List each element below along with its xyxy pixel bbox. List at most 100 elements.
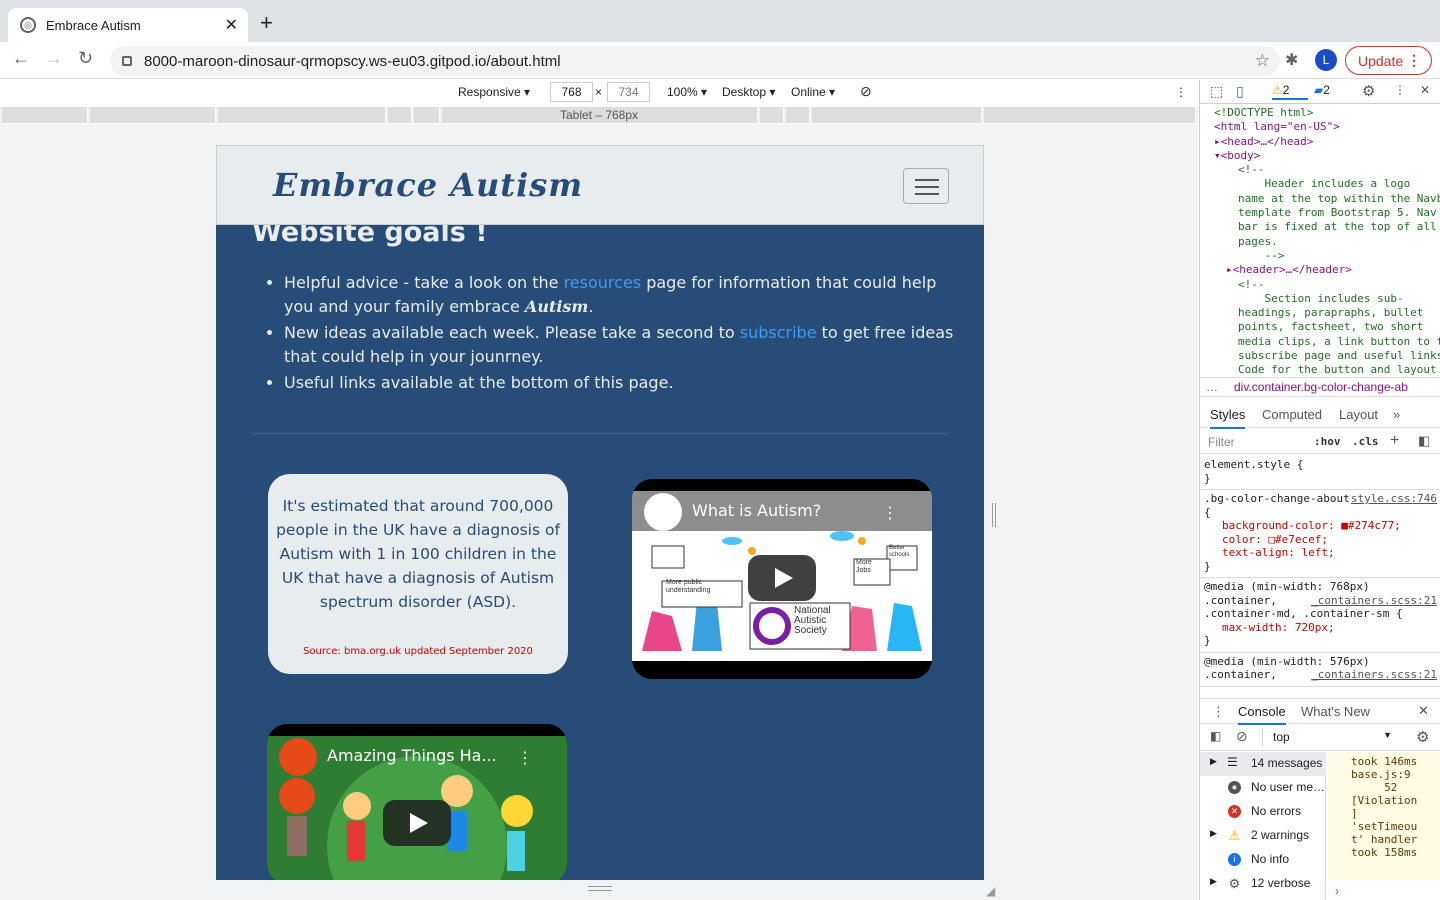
resize-corner-icon[interactable]: ◢ [986,884,995,898]
more-icon[interactable]: ⋮ [1394,83,1406,97]
sidebar-toggle-icon[interactable]: ◧ [1418,433,1430,449]
settings-icon[interactable]: ⚙ [1362,82,1375,100]
clear-console-icon[interactable]: ⊘ [1236,728,1248,745]
address-bar[interactable]: 8000-maroon-dinosaur-qrmopscy.ws-eu03.gi… [110,46,1280,76]
dom-node-line[interactable]: ▸<head>…</head> [1200,135,1440,149]
dom-node-line[interactable]: points, factsheet, two short [1200,320,1440,334]
height-input[interactable]: 734 [607,82,650,102]
dom-node-line[interactable]: <!DOCTYPE html> [1200,106,1440,120]
dom-node-line[interactable]: Section includes sub- [1200,292,1440,306]
width-input[interactable]: 768 [550,82,593,102]
tab-layout[interactable]: Layout [1339,407,1378,422]
play-button-icon[interactable] [383,800,451,846]
source-link[interactable]: _containers.scss:21 [1311,594,1437,608]
subscribe-link[interactable]: subscribe [740,323,817,342]
sidebar-item-label: No errors [1251,804,1302,818]
goal-text: Helpful advice - take a look on the [284,273,564,292]
dom-node-line[interactable]: headings, parapraphs, bullet [1200,306,1440,320]
more-icon[interactable]: … [1206,380,1218,394]
close-devtools-icon[interactable]: ✕ [1420,83,1430,97]
sidebar-item-errors[interactable]: ✕ No errors [1200,800,1326,824]
update-button[interactable]: Update ⋮ [1345,46,1432,75]
dom-node-line[interactable]: <!-- [1200,163,1440,177]
css-property[interactable]: color: □#e7ecef; [1204,533,1437,547]
more-options-icon[interactable]: ⋮ [1175,85,1187,99]
filter-input[interactable]: Filter [1208,435,1235,449]
messages-badge[interactable]: ▰2 [1314,83,1348,100]
elements-tree[interactable]: <!DOCTYPE html> <html lang="en-US"> ▸<head… [1200,106,1440,376]
source-link[interactable]: style.css:746 [1351,492,1437,506]
css-property[interactable]: max-width: 720px; [1204,621,1437,635]
warnings-badge[interactable]: ⚠2 [1272,83,1308,100]
video-menu-icon[interactable]: ⋮ [882,503,898,522]
sidebar-item-warnings[interactable]: ▶ ⚠ 2 warnings [1200,824,1326,848]
play-button-icon[interactable] [748,555,816,601]
brand-logo[interactable]: Embrace Autism [273,166,583,204]
zoom-dropdown[interactable]: 100% ▾ [667,85,707,99]
dom-node-line[interactable]: --> [1200,249,1440,263]
console-prompt-icon[interactable]: › [1335,884,1339,898]
rotate-icon[interactable]: ⊘ [860,83,872,100]
css-property[interactable]: background-color: ■#274c77; [1204,519,1437,533]
dom-node-line[interactable]: Header includes a logo [1200,177,1440,191]
close-tab-icon[interactable]: ✕ [225,15,238,35]
sidebar-item-user[interactable]: ● No user me… [1200,776,1326,800]
console-settings-icon[interactable]: ⚙ [1416,728,1429,746]
new-tab-icon[interactable]: + [260,10,273,36]
video-what-is-autism[interactable]: National Autistic Society More public un… [632,479,932,679]
network-dropdown[interactable]: Online ▾ [791,85,835,99]
browser-tab[interactable]: ◎ Embrace Autism ✕ [8,8,248,42]
dom-node-line[interactable]: Code for the button and layout [1200,363,1440,376]
sidebar-icon[interactable]: ◧ [1210,729,1221,743]
dom-node-line[interactable]: subscribe page and useful links [1200,349,1440,363]
source-link[interactable]: _containers.scss:21 [1311,668,1437,682]
video-menu-icon[interactable]: ⋮ [517,748,533,767]
emulated-page: Website goals ! Helpful advice - take a … [216,145,984,880]
avatar[interactable]: L [1315,49,1337,71]
extensions-icon[interactable]: ✱ [1285,50,1298,70]
hamburger-menu-icon[interactable] [903,168,949,204]
tab-styles[interactable]: Styles [1210,407,1246,429]
dom-node-line[interactable]: pages. [1200,235,1440,249]
tab-console[interactable]: Console [1238,704,1286,725]
breadcrumb-item[interactable]: div.container.bg-color-change-ab [1234,380,1408,394]
dom-node-line[interactable]: <html lang="en-US"> [1200,120,1440,134]
forward-icon[interactable]: → [45,48,63,69]
more-tabs-icon[interactable]: » [1393,407,1400,422]
sidebar-item-label: No info [1251,852,1290,866]
close-drawer-icon[interactable]: ✕ [1418,703,1429,719]
add-rule-icon[interactable]: + [1390,432,1399,450]
dom-node-line[interactable]: template from Bootstrap 5. Nav [1200,206,1440,220]
dom-node-line[interactable]: ▸<header>…</header> [1200,263,1440,277]
cls-toggle[interactable]: .cls [1352,435,1379,448]
device-type-dropdown[interactable]: Desktop ▾ [722,85,775,99]
dom-node-line[interactable]: name at the top within the Navb [1200,192,1440,206]
tab-computed[interactable]: Computed [1262,407,1322,422]
responsive-dropdown[interactable]: Responsive ▾ [458,85,530,99]
rule-selector: .container, [1204,668,1277,681]
resources-link[interactable]: resources [564,273,642,292]
resize-handle-right[interactable] [992,503,996,527]
dom-node-line[interactable]: ▾<body> [1200,149,1440,163]
sidebar-item-messages[interactable]: ▶ ☰ 14 messages [1200,752,1326,776]
sidebar-item-info[interactable]: i No info [1200,848,1326,872]
list-item: New ideas available each week. Please ta… [284,321,954,369]
dom-node-line[interactable]: bar is fixed at the top of all [1200,220,1440,234]
tab-strip: ◎ Embrace Autism ✕ + [0,0,1440,42]
hov-toggle[interactable]: :hov [1314,435,1341,448]
drawer-menu-icon[interactable]: ⋮ [1212,704,1225,720]
sidebar-item-verbose[interactable]: ▶ ⚙ 12 verbose [1200,872,1326,896]
reload-icon[interactable]: ↻ [78,48,93,69]
styles-tabs: Styles Computed Layout » [1200,400,1440,429]
device-mode-icon[interactable]: ▯ [1236,83,1244,100]
back-icon[interactable]: ← [12,48,30,69]
dom-node-line[interactable]: media clips, a link button to t [1200,335,1440,349]
context-select[interactable]: top ▼ [1262,727,1396,747]
css-property[interactable]: text-align: left; [1204,546,1437,560]
dom-node-line[interactable]: <!-- [1200,278,1440,292]
tab-whats-new[interactable]: What's New [1301,704,1370,719]
resize-handle-bottom[interactable] [588,886,612,891]
video-amazing-things[interactable]: Amazing Things Ha... ⋮ [267,724,567,880]
bookmark-star-icon[interactable]: ☆ [1255,51,1270,71]
inspect-icon[interactable]: ⬚ [1210,83,1223,100]
